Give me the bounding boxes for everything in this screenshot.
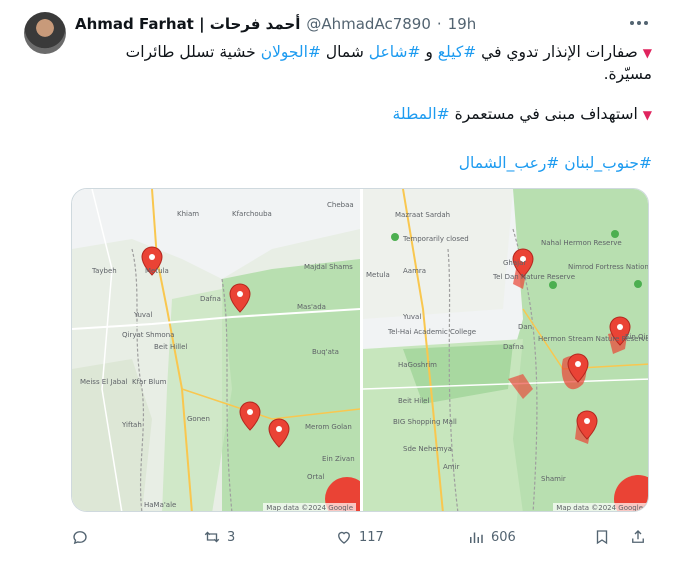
- hashtag-shaal[interactable]: #شاعل: [369, 43, 421, 61]
- tweet-text-line1: ▼ صفارات الإنذار تدوي في #كيلع و #شاعل ش…: [75, 42, 652, 85]
- map-label: Chebaa: [327, 201, 354, 209]
- map-label: HaMa'ale: [144, 501, 176, 509]
- map-label: Gonen: [187, 415, 210, 423]
- reply-button[interactable]: [71, 528, 95, 546]
- views-count: 606: [491, 529, 516, 545]
- retweet-icon: [204, 531, 220, 543]
- hashtag-kela[interactable]: #كيلع: [438, 43, 476, 61]
- map-label: Taybeh: [91, 267, 117, 275]
- text-segment: استهداف مبنى في مستعمرة: [449, 105, 638, 123]
- map-label: Qiryat Shmona: [122, 331, 174, 339]
- map-image-left[interactable]: Khiam Kfarchouba Chebaa Taybeh Metula Ma…: [72, 189, 360, 511]
- map-label: Metula: [145, 267, 169, 275]
- retweet-count: 3: [227, 529, 236, 545]
- map-image-right[interactable]: Mazraat Sardah Temporarily closed Nahal …: [363, 189, 649, 511]
- hashtag-metula[interactable]: #المطلة: [393, 105, 450, 123]
- map-label: Yuval: [133, 311, 152, 319]
- map-label: Metula: [366, 271, 390, 279]
- separator-dot: ·: [436, 15, 442, 33]
- tweet-text-line2: ▼ استهداف مبنى في مستعمرة #المطلة: [75, 104, 652, 126]
- map-label: Ortal: [307, 473, 324, 481]
- analytics-icon: [470, 532, 483, 543]
- share-icon: [632, 530, 644, 543]
- tweet-actions: 3 117 606: [71, 526, 649, 548]
- map-label: Nimrod Fortress National Park: [568, 263, 649, 271]
- more-options-icon[interactable]: [628, 14, 650, 32]
- map-label: Beit Hillel: [154, 343, 187, 351]
- like-button[interactable]: 117: [335, 528, 384, 546]
- bookmark-button[interactable]: [593, 528, 611, 546]
- map-label: Kfar Blum: [132, 378, 167, 386]
- map-label: Buq'ata: [312, 348, 339, 356]
- map-label: Aamra: [403, 267, 426, 275]
- tweet-media[interactable]: Khiam Kfarchouba Chebaa Taybeh Metula Ma…: [71, 188, 649, 512]
- text-segment: صفارات الإنذار تدوي في: [476, 43, 638, 61]
- map-label: Ghajar: [503, 259, 526, 267]
- triangle-marker-icon: ▼: [642, 108, 652, 122]
- map-label: Amir: [443, 463, 460, 471]
- map-label: Tel-Hai Academic College: [387, 328, 476, 336]
- map-label: Kfarchouba: [232, 210, 272, 218]
- text-segment: و: [420, 43, 438, 61]
- map-label: Nahal Hermon Reserve: [541, 239, 622, 247]
- map-label: Mazraat Sardah: [395, 211, 450, 219]
- map-label: Ein Zivan: [322, 455, 355, 463]
- reply-icon: [73, 531, 87, 545]
- map-label: Shamir: [541, 475, 566, 483]
- map-label: Majdal Shams: [304, 263, 353, 271]
- timestamp[interactable]: 19h: [448, 15, 477, 33]
- map-label: Beit Hilel: [398, 397, 429, 405]
- hashtags-line[interactable]: #جنوب_لبنان #رعب_الشمال: [75, 153, 652, 174]
- author-name[interactable]: Ahmad Farhat | أحمد فرحات: [75, 15, 300, 33]
- map-label: Merom Golan: [305, 423, 352, 431]
- map-label: Tel Dan Nature Reserve: [492, 273, 575, 281]
- map-label: Sde Nehemya: [403, 445, 452, 453]
- map-label: Temporarily closed: [402, 235, 469, 243]
- author-handle[interactable]: @AhmadAc7890: [306, 15, 431, 33]
- map-attribution: Map data ©2024 Google: [553, 503, 646, 511]
- map-label: Khiam: [177, 210, 199, 218]
- heart-icon: [338, 531, 350, 544]
- map-label: Meiss El Jabal: [80, 378, 127, 386]
- share-button[interactable]: [629, 528, 647, 546]
- map-label: BIG Shopping Mall: [393, 418, 457, 426]
- views-button[interactable]: 606: [467, 528, 516, 546]
- tweet-header: Ahmad Farhat | أحمد فرحات @AhmadAc7890 ·…: [75, 13, 640, 35]
- text-segment: شمال: [320, 43, 369, 61]
- map-label: Mas'ada: [297, 303, 326, 311]
- avatar[interactable]: [24, 12, 66, 54]
- map-attribution: Map data ©2024 Google: [263, 503, 356, 511]
- map-label: Yiftah: [121, 421, 142, 429]
- map-label: Ein Qiny: [625, 333, 649, 341]
- map-label: Dafna: [200, 295, 221, 303]
- like-count: 117: [359, 529, 384, 545]
- triangle-marker-icon: ▼: [642, 46, 652, 60]
- retweet-button[interactable]: 3: [203, 528, 235, 546]
- map-label: Yuval: [402, 313, 421, 321]
- map-label: HaGoshrim: [398, 361, 437, 369]
- hashtag-golan[interactable]: #الجولان: [261, 43, 321, 61]
- map-label: Dafna: [503, 343, 524, 351]
- bookmark-icon: [596, 530, 608, 545]
- map-label: Dan: [518, 323, 532, 331]
